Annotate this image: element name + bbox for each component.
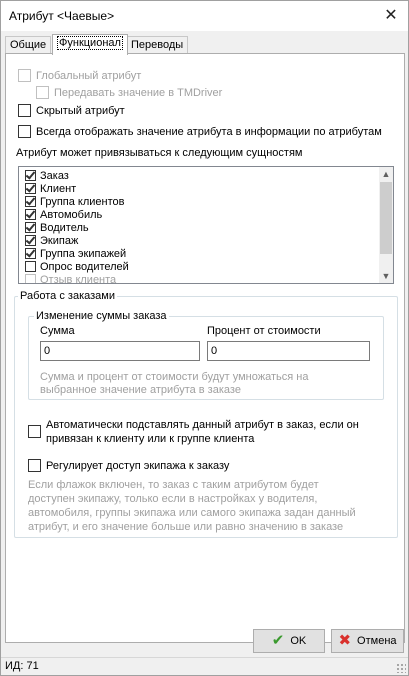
cancel-button-label: Отмена xyxy=(357,635,397,647)
list-item[interactable]: Отзыв клиента xyxy=(25,273,117,284)
red-cross-icon: ✖ xyxy=(338,632,352,649)
window-title: Атрибут <Чаевые> xyxy=(9,9,115,23)
pass-to-tmdriver-option[interactable]: Передавать значение в TMDriver xyxy=(36,86,222,99)
attribute-dialog: Атрибут <Чаевые> ✕ Общие Функционал Пере… xyxy=(0,0,409,676)
entity-checkbox[interactable] xyxy=(25,261,36,272)
ok-button-label: OK xyxy=(290,635,307,647)
auto-substitute-option[interactable]: Автоматически подставлять данный атрибут… xyxy=(28,418,359,446)
list-item[interactable]: Водитель xyxy=(25,221,89,234)
percent-input[interactable]: 0 xyxy=(207,341,370,361)
tab-label: Функционал xyxy=(57,36,123,50)
entity-label: Опрос водителей xyxy=(40,260,129,273)
entity-label: Группа клиентов xyxy=(40,195,125,208)
always-show-checkbox[interactable] xyxy=(18,125,31,138)
scroll-thumb[interactable] xyxy=(380,182,392,254)
always-show-option[interactable]: Всегда отображать значение атрибута в ин… xyxy=(18,125,382,138)
title-bar: Атрибут <Чаевые> ✕ xyxy=(1,1,408,31)
entity-checkbox[interactable] xyxy=(25,248,36,259)
tab-label: Общие xyxy=(10,39,47,51)
tab-general[interactable]: Общие xyxy=(5,36,52,54)
list-item[interactable]: Заказ xyxy=(25,169,69,182)
list-item[interactable]: Клиент xyxy=(25,182,76,195)
auto-substitute-label-line-1: Автоматически подставлять данный атрибут… xyxy=(46,419,359,431)
entity-checkbox[interactable] xyxy=(25,222,36,233)
crew-access-hint-line-3: автомобиля, группы экипажа или самого эк… xyxy=(28,507,356,519)
list-item[interactable]: Автомобиль xyxy=(25,208,102,221)
crew-access-label: Регулирует доступ экипажа к заказу xyxy=(46,459,230,472)
entity-checkbox[interactable] xyxy=(25,183,36,194)
entity-checkbox[interactable] xyxy=(25,274,36,283)
pass-to-tmdriver-checkbox[interactable] xyxy=(36,86,49,99)
orders-group-title: Работа с заказами xyxy=(18,290,117,302)
change-sum-hint-line-2: выбранное значение атрибута в заказе xyxy=(40,384,241,396)
id-status: ИД: 71 xyxy=(5,660,39,672)
entity-checkbox[interactable] xyxy=(25,196,36,207)
change-sum-group-title: Изменение суммы заказа xyxy=(34,310,169,322)
checkmark-icon: ✔ xyxy=(271,632,285,649)
entity-checkbox[interactable] xyxy=(25,235,36,246)
entity-checkbox[interactable] xyxy=(25,209,36,220)
status-bar: ИД: 71 xyxy=(1,657,408,675)
tab-translations[interactable]: Переводы xyxy=(126,36,189,54)
entities-caption: Атрибут может привязываться к следующим … xyxy=(16,147,303,159)
scroll-up-icon[interactable]: ▲ xyxy=(379,167,393,181)
crew-access-option[interactable]: Регулирует доступ экипажа к заказу xyxy=(28,459,229,472)
functional-panel: Глобальный атрибут Передавать значение в… xyxy=(5,53,405,643)
crew-access-hint-line-4: атрибут, и его значение больше или равно… xyxy=(28,521,344,533)
tab-functional[interactable]: Функционал xyxy=(52,34,128,55)
entity-label: Отзыв клиента xyxy=(40,273,117,284)
list-item[interactable]: Группа клиентов xyxy=(25,195,125,208)
scroll-down-icon[interactable]: ▼ xyxy=(379,269,393,283)
auto-substitute-label-line-2: привязан к клиенту или к группе клиента xyxy=(46,433,255,445)
global-attribute-label: Глобальный атрибут xyxy=(36,69,142,82)
entity-label: Автомобиль xyxy=(40,208,103,221)
ok-button[interactable]: ✔ OK xyxy=(253,629,325,653)
change-sum-hint-line-1: Сумма и процент от стоимости будут умнож… xyxy=(40,371,309,383)
tab-label: Переводы xyxy=(131,39,184,51)
global-attribute-checkbox[interactable] xyxy=(18,69,31,82)
entity-checkbox[interactable] xyxy=(25,170,36,181)
crew-access-hint-line-2: доступен экипажу, только если в настройк… xyxy=(28,493,318,505)
pass-to-tmdriver-label: Передавать значение в TMDriver xyxy=(54,86,223,99)
auto-substitute-label: Автоматически подставлять данный атрибут… xyxy=(46,418,359,446)
entities-list[interactable]: Заказ Клиент Группа клиентов Автомобиль … xyxy=(18,166,394,284)
percent-label: Процент от стоимости xyxy=(207,325,321,337)
auto-substitute-checkbox[interactable] xyxy=(28,425,41,438)
always-show-label: Всегда отображать значение атрибута в ин… xyxy=(36,125,382,138)
entity-label: Экипаж xyxy=(40,234,79,247)
cancel-button[interactable]: ✖ Отмена xyxy=(331,629,404,653)
hidden-attribute-checkbox[interactable] xyxy=(18,104,31,117)
list-item[interactable]: Опрос водителей xyxy=(25,260,129,273)
resize-grip-icon[interactable] xyxy=(396,663,406,673)
sum-input[interactable]: 0 xyxy=(40,341,200,361)
crew-access-checkbox[interactable] xyxy=(28,459,41,472)
global-attribute-option[interactable]: Глобальный атрибут xyxy=(18,69,141,82)
entity-label: Заказ xyxy=(40,169,69,182)
entity-label: Группа экипажей xyxy=(40,247,127,260)
entity-label: Водитель xyxy=(40,221,89,234)
list-scrollbar[interactable]: ▲ ▼ xyxy=(379,167,393,283)
sum-label: Сумма xyxy=(40,325,75,337)
list-item[interactable]: Группа экипажей xyxy=(25,247,126,260)
hidden-attribute-label: Скрытый атрибут xyxy=(36,104,125,117)
crew-access-hint-line-1: Если флажок включен, то заказ с таким ат… xyxy=(28,479,319,491)
close-icon[interactable]: ✕ xyxy=(380,5,402,27)
entity-label: Клиент xyxy=(40,182,77,195)
hidden-attribute-option[interactable]: Скрытый атрибут xyxy=(18,104,125,117)
list-item[interactable]: Экипаж xyxy=(25,234,78,247)
